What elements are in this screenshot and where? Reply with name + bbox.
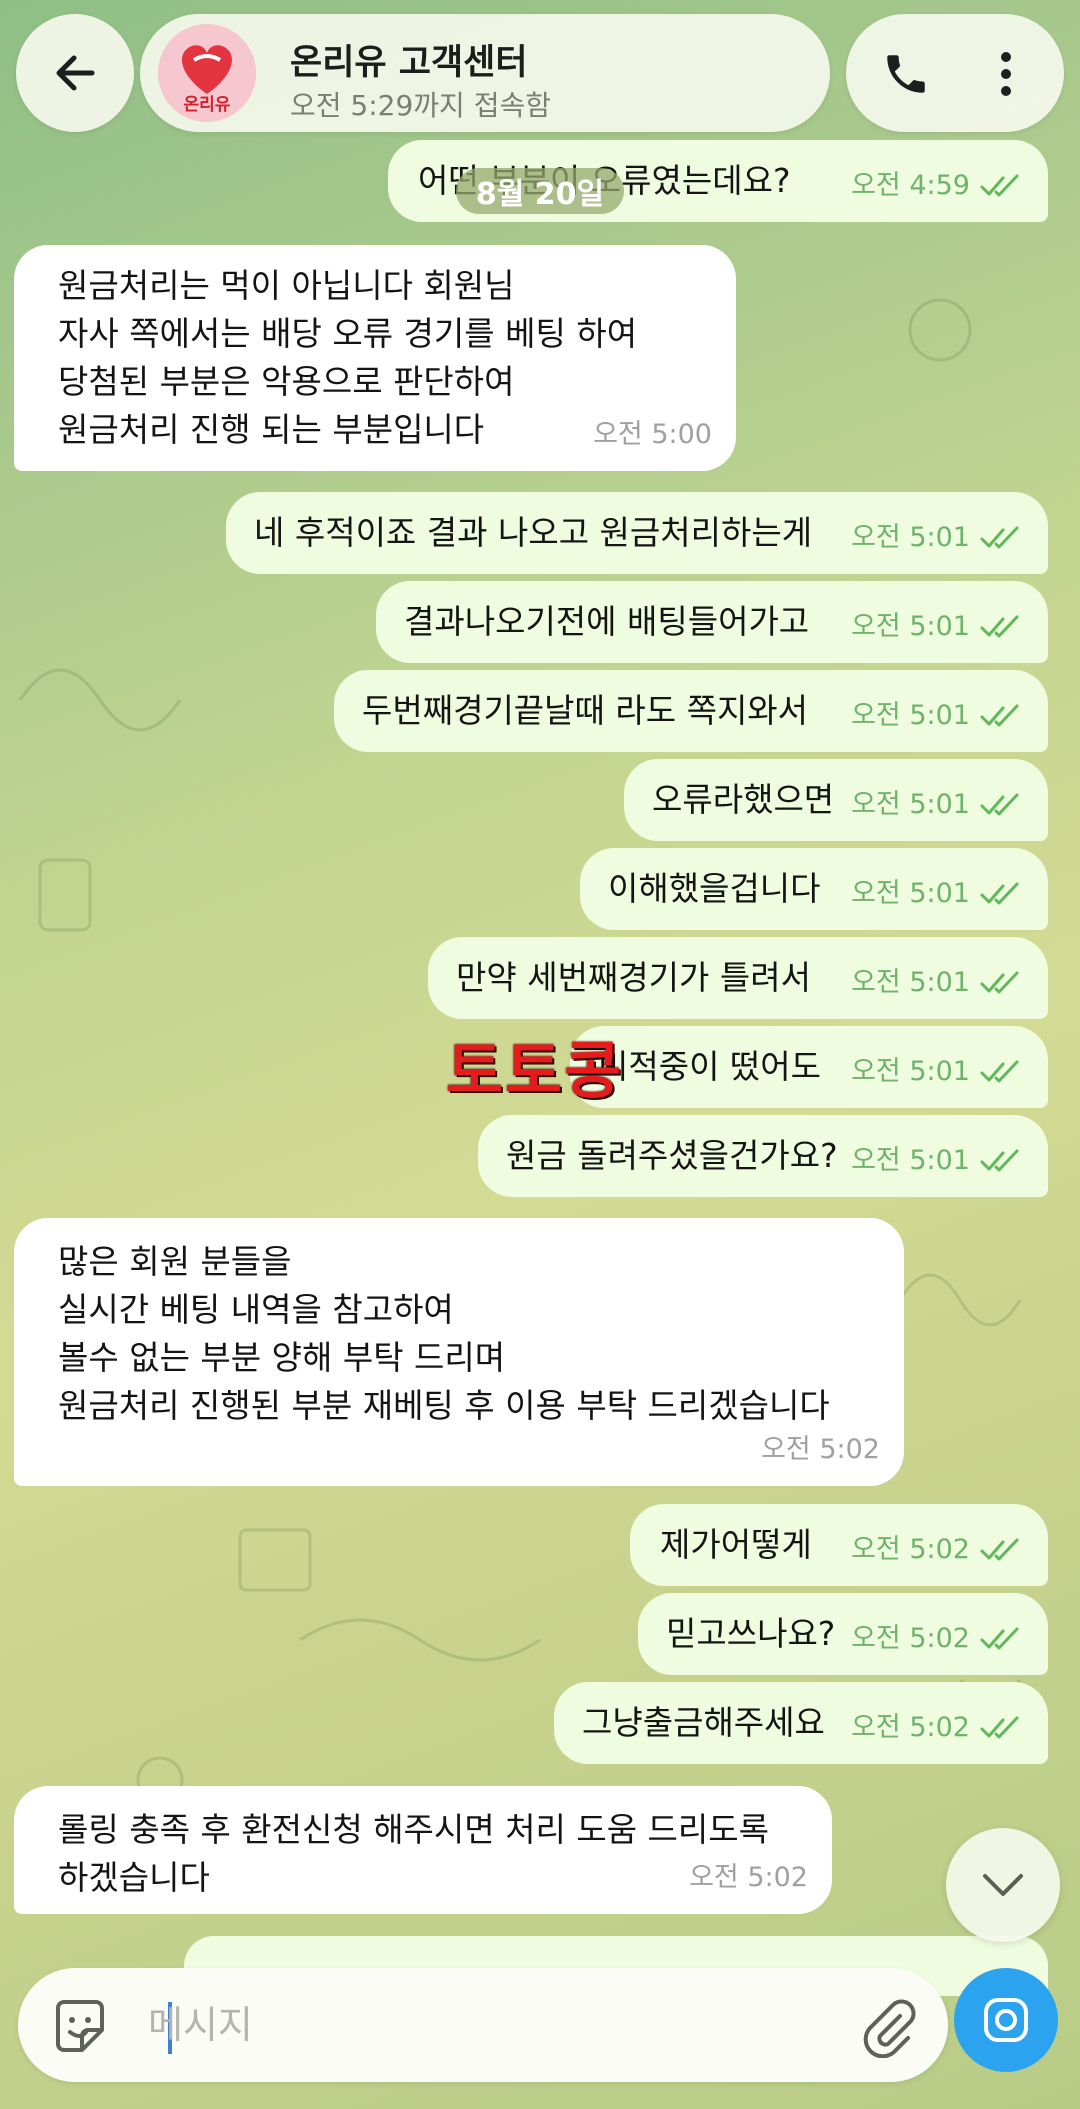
message-meta: 오전 5:02 (689, 1854, 808, 1902)
message-meta: 오전 5:02 (851, 1615, 1024, 1663)
message-time: 오전 5:01 (851, 611, 970, 642)
double-check-icon (980, 1149, 1019, 1172)
message-text: 미적중이 떴어도 (598, 1047, 822, 1086)
sticker-icon (56, 2000, 104, 2052)
message-text: 원금 돌려주셨을건가요? (506, 1136, 838, 1175)
message-meta: 오전 5:01 (851, 692, 1024, 740)
message-time: 오전 5:01 (851, 700, 970, 731)
message-bubble[interactable]: 원금처리는 먹이 아닙니다 회원님 자사 쪽에서는 배당 오류 경기를 베팅 하… (14, 245, 736, 471)
message-text: 믿고쓰나요? (666, 1614, 836, 1653)
message-meta: 오전 5:01 (851, 781, 1024, 829)
message-text: 오류라했으면 (652, 780, 835, 819)
message-input[interactable] (148, 1990, 848, 2060)
message-text: 원금처리는 먹이 아닙니다 회원님 자사 쪽에서는 배당 오류 경기를 베팅 하… (58, 266, 638, 449)
date-separator: 8월 20일 (456, 168, 624, 214)
message-time: 오전 5:02 (851, 1712, 970, 1743)
message-time: 오전 5:02 (689, 1862, 808, 1893)
last-seen-status: 오전 5:29까지 접속함 (290, 89, 551, 122)
phone-icon (887, 55, 925, 93)
attach-button[interactable] (856, 1994, 920, 2059)
message-bubble[interactable]: 미적중이 떴어도 오전 5:01 (570, 1026, 1048, 1108)
double-check-icon (980, 526, 1019, 549)
message-time: 오전 5:01 (851, 789, 970, 820)
call-button[interactable] (876, 44, 936, 104)
message-meta: 오전 5:01 (851, 870, 1024, 918)
more-options-button[interactable] (976, 44, 1036, 104)
message-time: 오전 4:59 (851, 170, 970, 201)
double-check-icon (980, 793, 1019, 816)
camera-icon (984, 1998, 1028, 2042)
double-check-icon (980, 174, 1019, 197)
chat-info-area[interactable]: 온리유 온리유 고객센터 오전 5:29까지 접속함 (140, 14, 830, 132)
double-check-icon (980, 1627, 1019, 1650)
message-meta: 오전 5:01 (851, 959, 1024, 1007)
paperclip-icon (863, 1999, 916, 2059)
message-bubble[interactable]: 네 후적이죠 결과 나오고 원금처리하는게 오전 5:01 (226, 492, 1048, 574)
scroll-to-bottom-button[interactable] (946, 1828, 1060, 1942)
message-text: 그냥출금해주세요 (582, 1703, 825, 1742)
message-text: 제가어떻게 (660, 1525, 812, 1564)
double-check-icon (980, 882, 1019, 905)
chat-header: 온리유 온리유 고객센터 오전 5:29까지 접속함 (0, 0, 1080, 150)
message-bubble[interactable]: 믿고쓰나요? 오전 5:02 (638, 1593, 1048, 1675)
header-actions (846, 14, 1064, 132)
message-meta: 오전 4:59 (851, 162, 1024, 210)
message-time: 오전 5:01 (851, 1145, 970, 1176)
message-meta: 오전 5:02 (851, 1704, 1024, 1752)
svg-text:온리유: 온리유 (184, 95, 231, 115)
message-text: 두번째경기끝날때 라도 쪽지와서 (362, 691, 809, 730)
message-bubble[interactable]: 그냥출금해주세요 오전 5:02 (554, 1682, 1048, 1764)
message-meta: 오전 5:01 (851, 514, 1024, 562)
double-check-icon (980, 1716, 1019, 1739)
message-composer (18, 1968, 948, 2082)
message-time: 오전 5:01 (851, 878, 970, 909)
message-text: 이해했을겁니다 (608, 869, 821, 908)
message-bubble[interactable]: 두번째경기끝날때 라도 쪽지와서 오전 5:01 (334, 670, 1048, 752)
message-meta: 오전 5:01 (851, 603, 1024, 651)
message-text: 롤링 충족 후 환전신청 해주시면 처리 도움 드리도록 하겠습니다 (58, 1810, 769, 1897)
message-meta: 오전 5:02 (761, 1426, 880, 1474)
avatar: 온리유 (158, 24, 256, 122)
message-time: 오전 5:01 (851, 522, 970, 553)
chat-title: 온리유 고객센터 (290, 43, 528, 83)
double-check-icon (980, 704, 1019, 727)
more-vertical-icon (1001, 52, 1011, 96)
watermark: 토토콩 (446, 1034, 624, 1107)
camera-button[interactable] (954, 1968, 1058, 2072)
message-bubble[interactable]: 오류라했으면 오전 5:01 (624, 759, 1048, 841)
message-bubble[interactable]: 많은 회원 분들을 실시간 베팅 내역을 참고하여 볼수 없는 부분 양해 부탁… (14, 1218, 904, 1486)
message-text: 만약 세번째경기가 틀려서 (456, 958, 811, 997)
message-bubble[interactable]: 제가어떻게 오전 5:02 (630, 1504, 1048, 1586)
double-check-icon (980, 615, 1019, 638)
message-time: 오전 5:00 (593, 419, 712, 450)
message-bubble[interactable]: 만약 세번째경기가 틀려서 오전 5:01 (428, 937, 1048, 1019)
double-check-icon (980, 1538, 1019, 1561)
message-time: 오전 5:01 (851, 1056, 970, 1087)
message-bubble[interactable]: 결과나오기전에 배팅들어가고 오전 5:01 (376, 581, 1048, 663)
message-bubble[interactable]: 이해했을겁니다 오전 5:01 (580, 848, 1048, 930)
chevron-down-icon (983, 1874, 1023, 1896)
sticker-button[interactable] (48, 1994, 112, 2058)
message-time: 오전 5:02 (851, 1534, 970, 1565)
message-time: 오전 5:01 (851, 967, 970, 998)
message-text: 결과나오기전에 배팅들어가고 (404, 602, 810, 641)
message-time: 오전 5:02 (851, 1623, 970, 1654)
double-check-icon (980, 971, 1019, 994)
message-bubble[interactable]: 롤링 충족 후 환전신청 해주시면 처리 도움 드리도록 하겠습니다 오전 5:… (14, 1786, 832, 1914)
back-button[interactable] (16, 14, 134, 132)
double-check-icon (980, 1060, 1019, 1083)
arrow-left-icon (56, 55, 95, 91)
message-text: 네 후적이죠 결과 나오고 원금처리하는게 (254, 513, 813, 552)
message-meta: 오전 5:01 (851, 1048, 1024, 1096)
message-text: 많은 회원 분들을 실시간 베팅 내역을 참고하여 볼수 없는 부분 양해 부탁… (58, 1242, 830, 1425)
message-bubble[interactable]: 원금 돌려주셨을건가요? 오전 5:01 (478, 1115, 1048, 1197)
message-time: 오전 5:02 (761, 1434, 880, 1465)
message-meta: 오전 5:00 (593, 411, 712, 459)
message-meta: 오전 5:02 (851, 1526, 1024, 1574)
message-meta: 오전 5:01 (851, 1137, 1024, 1185)
brand-logo-icon: 온리유 (158, 24, 256, 122)
